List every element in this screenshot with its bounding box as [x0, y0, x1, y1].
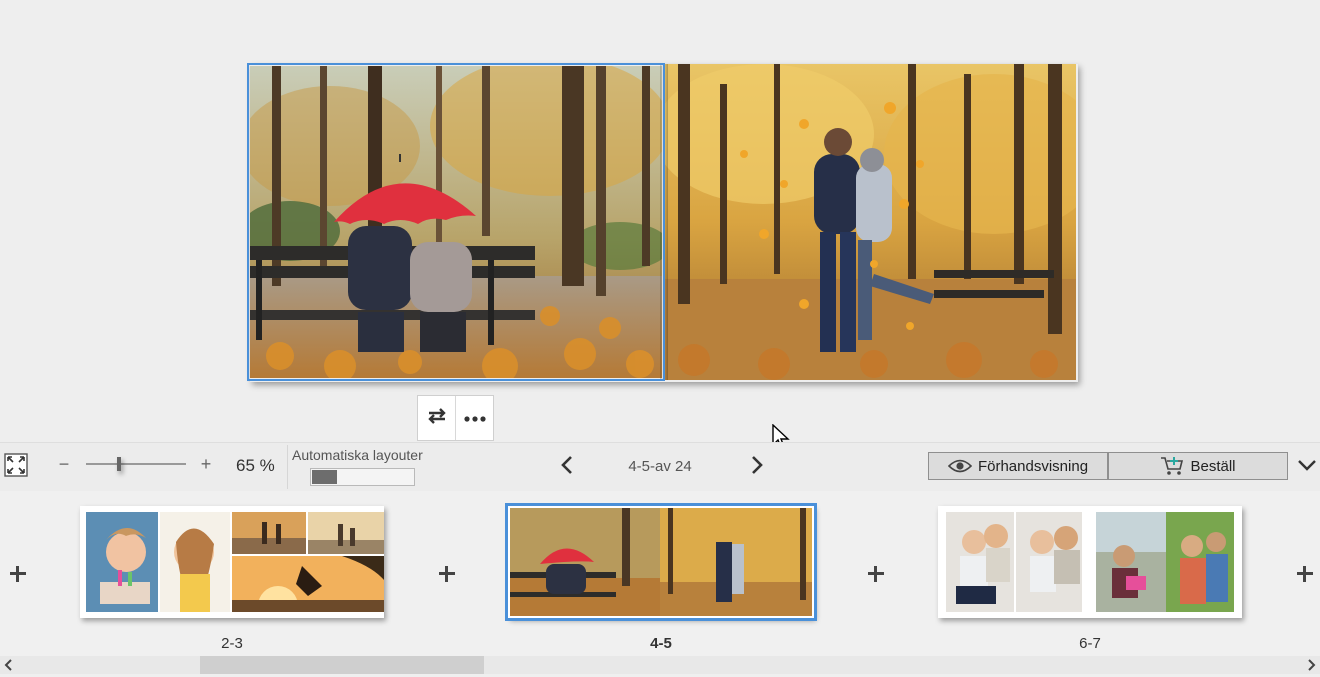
auto-layout-progress-bar	[310, 468, 415, 486]
thumbnail-label: 2-3	[221, 635, 243, 652]
spread-thumbnail-strip: 2-3 4-5 6-7	[0, 491, 1320, 656]
thumbnail-photo	[1096, 512, 1234, 612]
thumbnail-photo	[308, 512, 384, 554]
chevron-right-icon	[750, 455, 764, 480]
eye-icon	[947, 458, 972, 474]
spread-gutter	[660, 64, 668, 380]
auto-layout-progress-fill	[312, 470, 338, 484]
scroll-left-arrow-icon[interactable]	[2, 658, 16, 672]
spread-tools-popup	[417, 395, 494, 441]
photobook-canvas	[0, 0, 1320, 451]
swap-pages-button[interactable]	[418, 396, 455, 440]
preview-button[interactable]: Förhandsvisning	[928, 452, 1108, 480]
thumbnail-photo	[232, 512, 306, 554]
chevron-down-icon	[1297, 458, 1317, 477]
scroll-right-arrow-icon[interactable]	[1304, 658, 1318, 672]
add-pages-button[interactable]	[438, 565, 456, 583]
thumbnail-photo	[946, 512, 1082, 612]
collapse-panel-button[interactable]	[1296, 455, 1318, 479]
thumbnail-label: 6-7	[1079, 635, 1101, 652]
right-page-photo[interactable]	[664, 64, 1076, 380]
zoom-slider-track	[86, 463, 186, 465]
more-dots-icon	[463, 409, 486, 427]
spread-thumbnail-4-5[interactable]	[505, 503, 817, 621]
previous-spread-button[interactable]	[556, 455, 578, 479]
next-spread-button[interactable]	[746, 455, 768, 479]
thumbnail-label: 4-5	[650, 635, 672, 652]
thumbnail-photo	[660, 508, 812, 616]
fit-to-screen-button[interactable]	[4, 452, 28, 482]
spread-thumbnail-6-7[interactable]	[938, 506, 1242, 618]
thumbnail-photo	[86, 512, 230, 612]
order-button[interactable]: Beställ	[1108, 452, 1288, 480]
zoom-out-button[interactable]: −	[56, 453, 72, 475]
thumbnail-photo	[232, 556, 384, 612]
page-indicator: 4-5-av 24	[628, 458, 692, 475]
chevron-left-icon	[560, 455, 574, 480]
zoom-in-button[interactable]: +	[198, 453, 214, 475]
auto-layout-label: Automatiska layouter	[292, 447, 423, 463]
toolbar-divider	[287, 445, 288, 489]
add-pages-button[interactable]	[1296, 565, 1314, 583]
fit-to-screen-icon	[4, 452, 28, 482]
zoom-slider[interactable]	[86, 457, 186, 471]
order-button-label: Beställ	[1190, 457, 1236, 475]
preview-button-label: Förhandsvisning	[977, 457, 1089, 475]
spread-thumbnail-2-3[interactable]	[80, 506, 384, 618]
left-page-photo[interactable]	[250, 66, 662, 378]
add-pages-button[interactable]	[9, 565, 27, 583]
thumbnail-photo	[510, 508, 660, 616]
scrollbar-thumb[interactable]	[200, 656, 484, 674]
more-options-button[interactable]	[455, 396, 493, 440]
add-pages-button[interactable]	[867, 565, 885, 583]
zoom-slider-thumb[interactable]	[116, 457, 121, 471]
swap-arrows-icon	[426, 407, 448, 430]
cart-icon	[1160, 456, 1184, 476]
zoom-value: 65 %	[236, 456, 275, 475]
editor-toolbar: − + 65 % Automatiska layouter 4-5-av 24 …	[0, 442, 1320, 492]
horizontal-scrollbar[interactable]	[0, 656, 1320, 674]
